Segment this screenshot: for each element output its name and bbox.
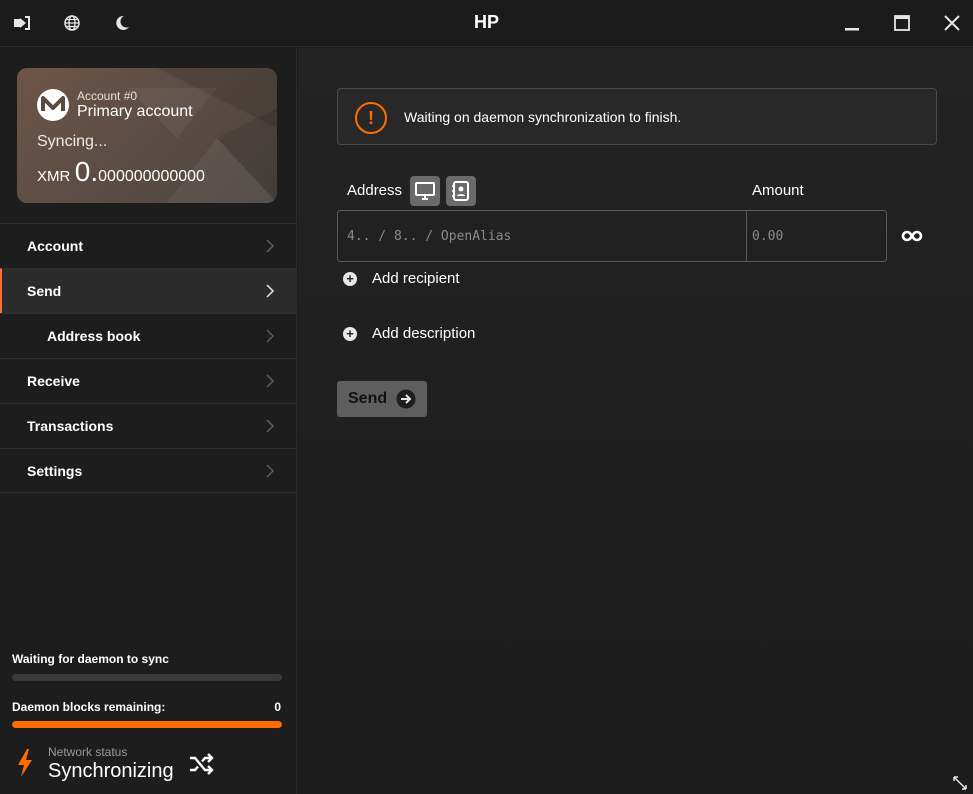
plus-icon: + [343,271,357,286]
infinity-icon[interactable] [901,225,923,247]
nav-item-send[interactable]: Send [0,268,297,313]
warning-banner: ! Waiting on daemon synchronization to f… [337,88,937,145]
lightning-icon [18,749,32,777]
add-recipient-label: Add recipient [372,270,460,287]
nav-item-transactions[interactable]: Transactions [0,403,297,448]
network-status-value: Synchronizing [48,760,174,782]
balance-decimal: 000000000000 [98,168,205,185]
nav-item-label: Receive [27,373,80,389]
daemon-sync-label: Daemon blocks remaining: [12,700,166,714]
wallet-sync-label: Waiting for daemon to sync [12,652,169,666]
nav-item-label: Address book [47,328,141,344]
monero-logo-icon [37,89,69,121]
address-input[interactable] [338,211,746,261]
wallet-sync-progress [12,674,282,681]
nav-item-label: Account [27,238,83,254]
chevron-right-icon [266,374,275,388]
nav-item-address-book[interactable]: Address book [0,313,297,358]
warning-icon: ! [355,102,387,134]
close-icon[interactable] [940,11,964,35]
sync-status: Syncing... [37,133,108,150]
address-book-icon[interactable] [446,176,476,206]
shuffle-icon [190,753,214,775]
balance-integer: 0. [74,156,99,187]
chevron-right-icon [266,239,275,253]
amount-input[interactable] [747,211,886,261]
amount-label: Amount [752,182,804,199]
daemon-sync-progress [12,721,282,728]
minimize-icon[interactable] [840,11,864,35]
plus-icon: + [343,326,357,341]
maximize-icon[interactable] [890,11,914,35]
send-button-label: Send [348,390,388,407]
nav-item-label: Settings [27,462,83,479]
account-name: Primary account [77,103,193,120]
account-number: Account #0 [77,89,138,103]
nav-menu: Account Send Address book Receive Transa… [0,223,297,493]
daemon-sync-fill [12,721,282,728]
monitor-icon[interactable] [410,176,440,206]
nav-item-account[interactable]: Account [0,223,297,268]
sidebar: Account #0 Primary account Syncing... XM… [0,48,297,794]
chevron-right-icon [266,284,275,298]
title-bar: HP [0,0,973,47]
account-card[interactable]: Account #0 Primary account Syncing... XM… [17,68,277,203]
address-label: Address [347,182,403,199]
chevron-right-icon [266,329,275,343]
network-status-label: Network status [48,745,128,759]
send-button[interactable]: Send [337,381,427,417]
currency: XMR [37,168,71,185]
add-description-label: Add description [372,325,476,342]
add-recipient-button[interactable]: + Add recipient [343,270,460,287]
balance: XMR 0.000000000000 [37,156,205,188]
recipient-field [337,210,887,262]
daemon-blocks-remaining: 0 [274,700,281,714]
nav-item-receive[interactable]: Receive [0,358,297,403]
send-page: ! Waiting on daemon synchronization to f… [298,48,973,794]
nav-item-settings[interactable]: Settings [0,448,297,493]
add-description-button[interactable]: + Add description [343,325,475,342]
chevron-right-icon [266,419,275,433]
nav-item-label: Transactions [27,418,114,434]
arrow-right-icon [396,389,416,409]
warning-text: Waiting on daemon synchronization to fin… [404,109,682,125]
chevron-right-icon [266,464,275,478]
resize-icon[interactable] [953,776,967,790]
nav-item-label: Send [27,283,62,299]
window-title: HP [473,12,499,32]
